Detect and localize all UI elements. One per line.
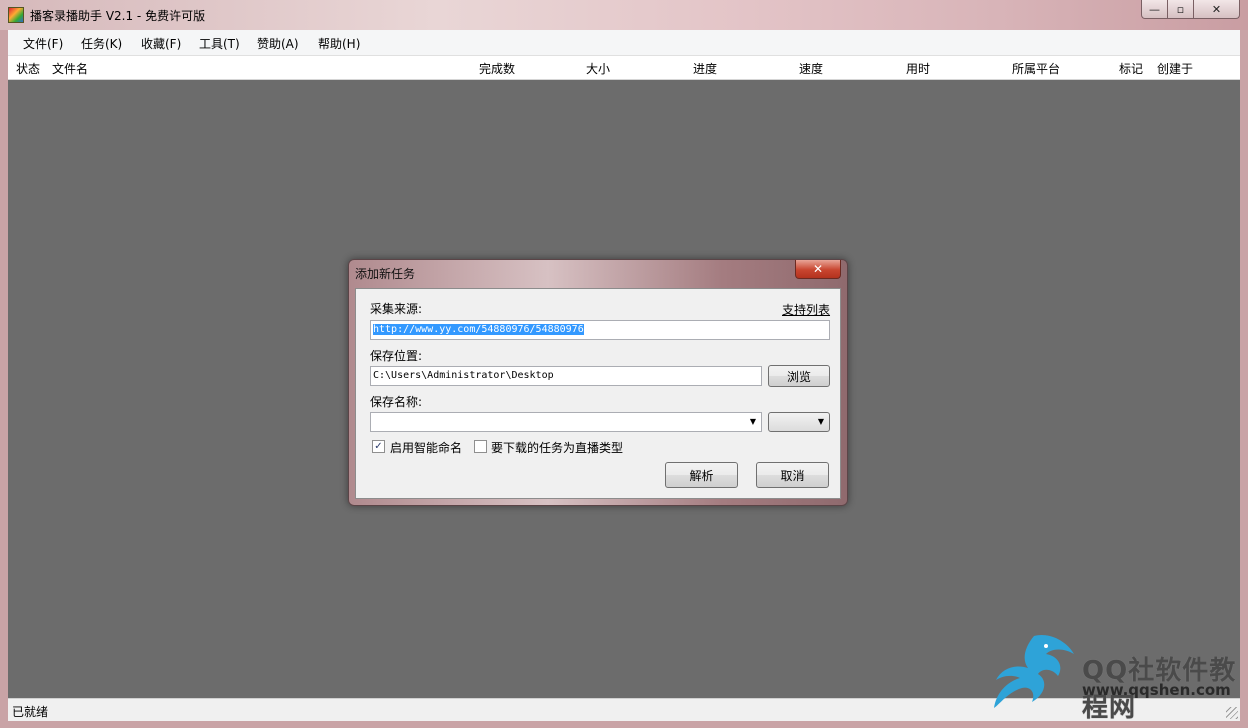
column-speed[interactable]: 速度 <box>799 60 823 77</box>
status-text: 已就绪 <box>12 705 49 719</box>
minimize-icon: — <box>1149 2 1160 16</box>
dragon-logo-icon <box>994 634 1074 708</box>
chevron-down-icon: ▼ <box>817 417 824 426</box>
watermark-url: www.qqshen.com <box>1082 681 1231 699</box>
source-url-text: http://www.yy.com/54880976/54880976 <box>373 324 584 335</box>
save-path-input[interactable]: C:\Users\Administrator\Desktop <box>370 366 762 386</box>
menu-file[interactable]: 文件(F) <box>23 35 63 52</box>
column-filename[interactable]: 文件名 <box>52 60 88 77</box>
menu-bar: 文件(F) 任务(K) 收藏(F) 工具(T) 赞助(A) 帮助(H) <box>8 30 1240 56</box>
live-type-checkbox[interactable] <box>474 440 487 453</box>
save-location-label: 保存位置: <box>370 349 423 363</box>
cancel-button[interactable]: 取消 <box>756 462 829 488</box>
dialog-title: 添加新任务 <box>355 267 416 281</box>
close-icon: ✕ <box>812 262 824 276</box>
maximize-button[interactable]: ▫ <box>1168 0 1194 19</box>
smart-naming-label[interactable]: 启用智能命名 <box>390 439 462 456</box>
source-url-input[interactable]: http://www.yy.com/54880976/54880976 <box>370 320 830 340</box>
column-completed[interactable]: 完成数 <box>479 60 515 77</box>
column-status[interactable]: 状态 <box>16 60 40 77</box>
app-icon <box>8 7 24 23</box>
close-button[interactable]: ✕ <box>1194 0 1240 19</box>
column-size[interactable]: 大小 <box>586 60 610 77</box>
browse-button[interactable]: 浏览 <box>768 365 830 387</box>
parse-button[interactable]: 解析 <box>665 462 738 488</box>
column-platform[interactable]: 所属平台 <box>1012 60 1060 77</box>
menu-favorites[interactable]: 收藏(F) <box>141 35 181 52</box>
minimize-button[interactable]: — <box>1141 0 1168 19</box>
column-progress[interactable]: 进度 <box>693 60 717 77</box>
smart-naming-checkbox[interactable]: ✓ <box>372 440 385 453</box>
window-title: 播客录播助手 V2.1 - 免费许可版 <box>30 9 206 23</box>
close-icon: ✕ <box>1211 2 1222 16</box>
format-select[interactable]: ▼ <box>768 412 830 432</box>
source-label: 采集来源: <box>370 302 423 316</box>
add-task-dialog: 添加新任务 ✕ 采集来源: 支持列表 http://www.yy.com/548… <box>348 259 848 506</box>
maximize-icon: ▫ <box>1176 2 1185 16</box>
save-name-combo[interactable]: ▼ <box>370 412 762 432</box>
menu-help[interactable]: 帮助(H) <box>318 35 360 52</box>
menu-sponsor[interactable]: 赞助(A) <box>257 35 299 52</box>
column-elapsed[interactable]: 用时 <box>906 60 930 77</box>
support-list-link[interactable]: 支持列表 <box>782 301 830 318</box>
task-list-header: 状态 文件名 完成数 大小 进度 速度 用时 所属平台 标记 创建于 <box>8 56 1240 80</box>
chevron-down-icon: ▼ <box>749 417 756 426</box>
save-name-label: 保存名称: <box>370 395 423 409</box>
column-created[interactable]: 创建于 <box>1157 60 1193 77</box>
column-mark[interactable]: 标记 <box>1119 60 1143 77</box>
dialog-close-button[interactable]: ✕ <box>795 260 841 279</box>
menu-task[interactable]: 任务(K) <box>81 35 122 52</box>
window-controls: — ▫ ✕ <box>1141 0 1240 20</box>
dialog-body: 采集来源: 支持列表 http://www.yy.com/54880976/54… <box>355 288 841 499</box>
title-bar: 播客录播助手 V2.1 - 免费许可版 — ▫ ✕ <box>0 0 1248 30</box>
menu-tools[interactable]: 工具(T) <box>199 35 240 52</box>
live-type-label[interactable]: 要下载的任务为直播类型 <box>491 439 623 456</box>
